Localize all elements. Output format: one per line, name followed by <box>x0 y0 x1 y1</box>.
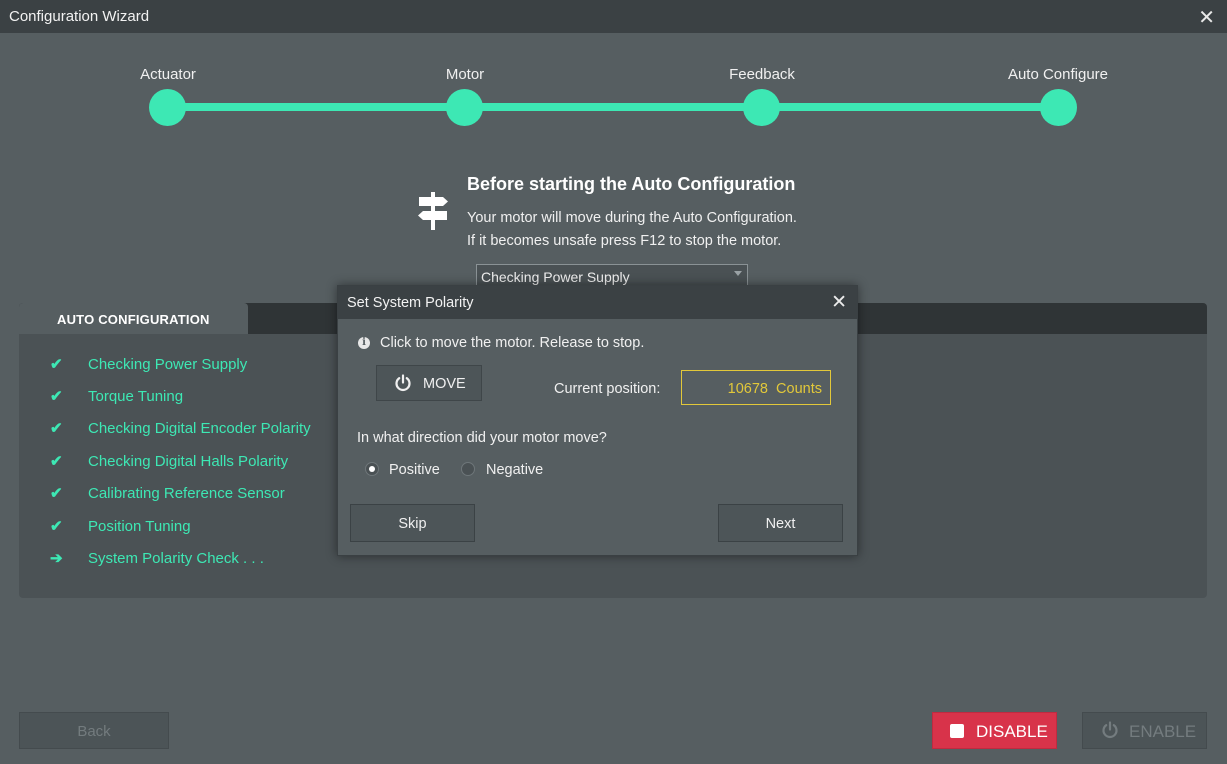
radio-positive[interactable] <box>365 462 379 476</box>
check-icon: ✔ <box>50 420 63 437</box>
dialog-instructions: Click to move the motor. Release to stop… <box>380 335 645 351</box>
step-label-feedback: Feedback <box>729 66 795 83</box>
task-label: Checking Power Supply <box>88 356 248 373</box>
signpost-icon <box>418 192 448 230</box>
task-label: Checking Digital Encoder Polarity <box>88 420 311 437</box>
stop-icon <box>950 724 964 738</box>
power-icon <box>1102 721 1118 739</box>
skip-button-label: Skip <box>398 516 427 532</box>
step-node-actuator[interactable] <box>149 89 186 126</box>
task-label: Checking Digital Halls Polarity <box>88 453 289 470</box>
check-icon: ✔ <box>50 388 63 405</box>
dialog-titlebar: Set System Polarity <box>338 286 857 319</box>
back-button-label: Back <box>77 723 111 740</box>
tab-auto-configuration[interactable]: AUTO CONFIGURATION <box>19 303 248 334</box>
radio-positive-label[interactable]: Positive <box>389 462 440 478</box>
move-button-label: MOVE <box>423 376 466 392</box>
stepper-progress-line <box>168 103 1058 111</box>
window-close-icon[interactable]: ✕ <box>1198 5 1215 30</box>
move-button[interactable]: MOVE <box>376 365 482 401</box>
info-warning-line-1: Your motor will move during the Auto Con… <box>467 210 797 226</box>
disable-button-label: DISABLE <box>976 722 1048 741</box>
radio-negative[interactable] <box>461 462 475 476</box>
next-button-label: Next <box>765 516 796 532</box>
task-label: Calibrating Reference Sensor <box>88 485 285 502</box>
disable-button[interactable]: DISABLE <box>932 712 1057 749</box>
dialog-close-icon[interactable]: ✕ <box>831 291 847 314</box>
radio-negative-label[interactable]: Negative <box>486 462 543 478</box>
step-label-actuator: Actuator <box>140 66 196 83</box>
back-button[interactable]: Back <box>19 712 169 749</box>
step-label-motor: Motor <box>445 66 485 83</box>
arrow-right-icon: ➔ <box>50 550 63 567</box>
task-label: System Polarity Check . . . <box>88 550 264 567</box>
check-icon: ✔ <box>50 453 63 470</box>
status-dropdown-value: Checking Power Supply <box>481 269 630 285</box>
status-dropdown[interactable]: Checking Power Supply <box>476 264 748 286</box>
step-label-auto-configure: Auto Configure <box>1007 66 1109 83</box>
check-icon: ✔ <box>50 518 63 535</box>
enable-button-label: ENABLE <box>1129 722 1197 741</box>
task-label: Position Tuning <box>88 518 191 535</box>
next-button[interactable]: Next <box>718 504 843 542</box>
tab-auto-configuration-label: AUTO CONFIGURATION <box>57 312 210 327</box>
current-position-label: Current position: <box>554 381 661 397</box>
info-title: Before starting the Auto Configuration <box>467 174 796 194</box>
info-icon: i <box>358 337 370 349</box>
chevron-down-icon <box>734 271 742 276</box>
window-title: Configuration Wizard <box>9 8 150 25</box>
check-icon: ✔ <box>50 485 63 502</box>
set-system-polarity-dialog: Set System Polarity ✕ i Click to move th… <box>337 285 858 556</box>
info-warning-line-2: If it becomes unsafe press F12 to stop t… <box>467 233 782 249</box>
step-node-auto-configure[interactable] <box>1040 89 1077 126</box>
window-titlebar: Configuration Wizard ✕ <box>0 0 1227 33</box>
current-position-value: 10678 Counts <box>727 381 822 397</box>
current-position-field: 10678 Counts <box>681 370 831 405</box>
step-node-feedback[interactable] <box>743 89 780 126</box>
direction-question: In what direction did your motor move? <box>357 430 607 446</box>
step-node-motor[interactable] <box>446 89 483 126</box>
task-label: Torque Tuning <box>88 388 184 405</box>
skip-button[interactable]: Skip <box>350 504 475 542</box>
check-icon: ✔ <box>50 356 63 373</box>
dialog-title: Set System Polarity <box>347 295 474 311</box>
enable-button[interactable]: ENABLE <box>1082 712 1207 749</box>
power-icon <box>395 374 411 392</box>
